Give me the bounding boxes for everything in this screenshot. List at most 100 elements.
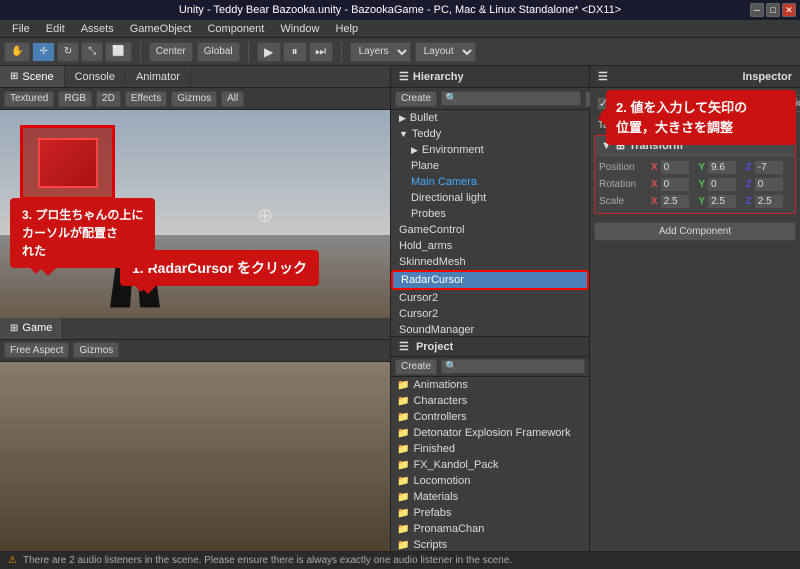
play-button[interactable]: ▶: [257, 42, 281, 62]
h-item-radarcursor[interactable]: RadarCursor: [391, 270, 589, 290]
h-item-teddy[interactable]: ▼Teddy: [391, 126, 589, 142]
separator-3: [341, 42, 342, 62]
h-item-directionallight[interactable]: Directional light: [403, 190, 589, 206]
folder-fx[interactable]: 📁FX_Kandol_Pack: [391, 457, 589, 473]
layers-dropdown[interactable]: Layers: [350, 42, 411, 62]
move-tool[interactable]: ✛: [32, 42, 54, 62]
transform-section: ▼ ⊞ Transform Position X Y: [594, 135, 796, 214]
hierarchy-header: ☰ Hierarchy: [391, 66, 589, 88]
h-item-gamecontrol[interactable]: GameControl: [391, 222, 589, 238]
pos-z-cell: Z: [746, 160, 791, 175]
minimize-button[interactable]: ─: [750, 3, 764, 17]
rot-y-input[interactable]: [707, 177, 737, 192]
menu-file[interactable]: File: [4, 21, 38, 37]
h-item-plane[interactable]: Plane: [403, 158, 589, 174]
transform-grid: Position X Y Z Rotation: [595, 156, 795, 213]
scl-y-input[interactable]: [707, 194, 737, 209]
folder-prefabs[interactable]: 📁Prefabs: [391, 505, 589, 521]
rot-z-input[interactable]: [754, 177, 784, 192]
transform-tools: ✋ ✛ ↻ ⤡ ⬜: [4, 42, 132, 62]
menu-gameobject[interactable]: GameObject: [122, 21, 200, 37]
selected-object-box: [20, 125, 115, 200]
h-item-skinnedmesh[interactable]: SkinnedMesh: [391, 254, 589, 270]
hierarchy-create-btn[interactable]: Create: [395, 91, 437, 107]
folder-locomotion[interactable]: 📁Locomotion: [391, 473, 589, 489]
folder-characters[interactable]: 📁Characters: [391, 393, 589, 409]
title-bar: Unity - Teddy Bear Bazooka.unity - Bazoo…: [0, 0, 800, 20]
scl-x-cell: X: [651, 194, 696, 209]
game-viewport[interactable]: [0, 362, 390, 569]
menu-window[interactable]: Window: [272, 21, 327, 37]
folder-icon: 📁: [397, 508, 409, 519]
project-create-btn[interactable]: Create: [395, 359, 437, 375]
left-panel: ⊞ Scene Console Animator Textured RGB 2D…: [0, 66, 390, 569]
pos-z-input[interactable]: [754, 160, 784, 175]
folder-pronama[interactable]: 📁PronamaChan: [391, 521, 589, 537]
textured-btn[interactable]: Textured: [4, 91, 54, 107]
project-search[interactable]: [441, 359, 585, 374]
scl-x-input[interactable]: [660, 194, 690, 209]
status-bar: ⚠ There are 2 audio listeners in the sce…: [0, 551, 800, 569]
2d-btn[interactable]: 2D: [96, 91, 121, 107]
pos-x-input[interactable]: [660, 160, 690, 175]
window-controls: ─ □ ✕: [750, 3, 796, 17]
inspector-content: ✓ Static ▼ Tag Untagged Layer Radar: [590, 88, 800, 569]
scale-tool[interactable]: ⤡: [81, 42, 103, 62]
scl-z-input[interactable]: [754, 194, 784, 209]
menu-help[interactable]: Help: [327, 21, 366, 37]
h-item-cursor2b[interactable]: Cursor2: [391, 306, 589, 322]
rect-tool[interactable]: ⬜: [105, 42, 131, 62]
h-item-environment[interactable]: ▶Environment: [403, 142, 589, 158]
folder-finished[interactable]: 📁Finished: [391, 441, 589, 457]
pivot-toggle[interactable]: Center: [149, 42, 193, 62]
folder-scripts[interactable]: 📁Scripts: [391, 537, 589, 551]
menu-bar: File Edit Assets GameObject Component Wi…: [0, 20, 800, 38]
h-item-cursor2a[interactable]: Cursor2: [391, 290, 589, 306]
rotate-tool[interactable]: ↻: [57, 42, 79, 62]
menu-edit[interactable]: Edit: [38, 21, 73, 37]
h-item-bullet[interactable]: ▶Bullet: [391, 110, 589, 126]
hierarchy-icon: ☰: [399, 70, 409, 83]
folder-controllers[interactable]: 📁Controllers: [391, 409, 589, 425]
pos-y-input[interactable]: [707, 160, 737, 175]
folder-detonator[interactable]: 📁Detonator Explosion Framework: [391, 425, 589, 441]
folder-animations[interactable]: 📁Animations: [391, 377, 589, 393]
all-btn[interactable]: All: [221, 91, 244, 107]
game-gizmos-btn[interactable]: Gizmos: [73, 342, 119, 358]
inspector-panel: ☰ Inspector ✓ Static ▼ Tag Untagged Laye…: [590, 66, 800, 569]
h-item-holdarms[interactable]: Hold_arms: [391, 238, 589, 254]
add-component-button[interactable]: Add Component: [594, 222, 796, 241]
gizmos-btn[interactable]: Gizmos: [171, 91, 217, 107]
tab-console[interactable]: Console: [65, 66, 126, 87]
project-toolbar: Create: [391, 357, 589, 377]
effects-btn[interactable]: Effects: [125, 91, 167, 107]
folder-icon: 📁: [397, 444, 409, 455]
tab-animator[interactable]: Animator: [126, 66, 191, 87]
hand-tool[interactable]: ✋: [4, 42, 30, 62]
folder-materials[interactable]: 📁Materials: [391, 489, 589, 505]
free-aspect-btn[interactable]: Free Aspect: [4, 342, 69, 358]
inspector-header: ☰ Inspector: [590, 66, 800, 88]
rgb-btn[interactable]: RGB: [58, 91, 92, 107]
title-text: Unity - Teddy Bear Bazooka.unity - Bazoo…: [179, 4, 621, 16]
pause-button[interactable]: ⏸: [283, 42, 307, 62]
scene-viewport[interactable]: ⊕ 1. RadarCursor をクリック 3. プロ生ちゃんの上に カーソル…: [0, 110, 390, 318]
object-preview: [38, 138, 98, 188]
h-item-maincamera[interactable]: Main Camera: [403, 174, 589, 190]
rot-y-cell: Y: [698, 177, 743, 192]
step-button[interactable]: ⏭: [309, 42, 333, 62]
rot-x-input[interactable]: [660, 177, 690, 192]
tab-scene[interactable]: ⊞ Scene: [0, 66, 65, 87]
tab-game[interactable]: ⊞ Game: [0, 318, 63, 339]
maximize-button[interactable]: □: [766, 3, 780, 17]
menu-assets[interactable]: Assets: [73, 21, 122, 37]
separator-2: [248, 42, 249, 62]
close-button[interactable]: ✕: [782, 3, 796, 17]
hierarchy-search[interactable]: [441, 91, 581, 106]
menu-component[interactable]: Component: [199, 21, 272, 37]
folder-icon: 📁: [397, 412, 409, 423]
h-item-probes[interactable]: Probes: [403, 206, 589, 222]
space-toggle[interactable]: Global: [197, 42, 240, 62]
layout-dropdown[interactable]: Layout: [415, 42, 476, 62]
scene-sub-toolbar: Textured RGB 2D Effects Gizmos All: [0, 88, 390, 110]
